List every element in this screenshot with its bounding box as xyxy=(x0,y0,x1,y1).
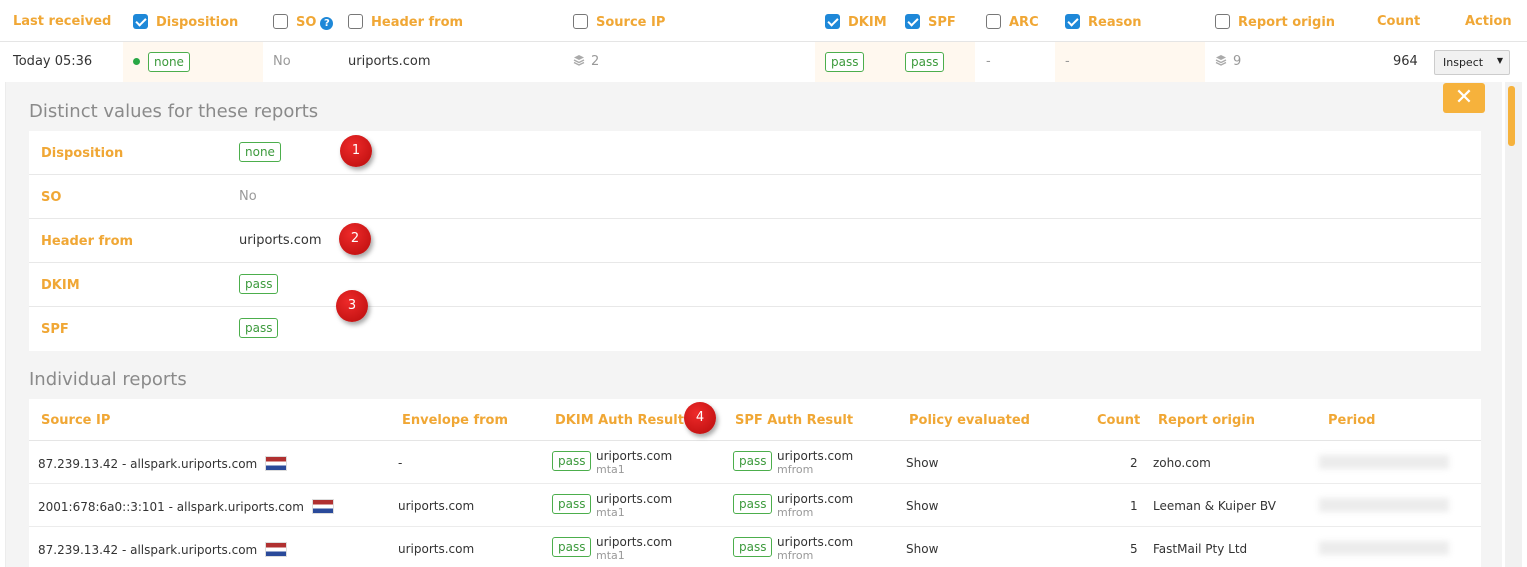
distinct-row-so: SO No xyxy=(29,175,1481,219)
policy-show-link[interactable]: Show xyxy=(906,456,938,470)
distinct-values-title: Distinct values for these reports xyxy=(29,101,319,122)
column-header-row: Last received Disposition SO? Header fro… xyxy=(0,0,1527,42)
annotation-marker-3: 3 xyxy=(336,290,368,322)
col-spf-auth[interactable]: SPF Auth Result xyxy=(735,413,853,428)
period-redacted xyxy=(1319,455,1449,469)
individual-reports-title: Individual reports xyxy=(29,369,187,390)
layers-icon xyxy=(1215,55,1227,66)
netherlands-flag-icon xyxy=(311,499,334,514)
header-source-ip[interactable]: Source IP xyxy=(573,14,665,30)
help-icon[interactable]: ? xyxy=(320,17,334,30)
arc-checkbox[interactable] xyxy=(986,14,1001,29)
inspect-button[interactable]: Inspect ▼ xyxy=(1434,50,1510,75)
header-header-from[interactable]: Header from xyxy=(348,14,463,30)
period-redacted xyxy=(1319,498,1449,512)
summary-source-ip[interactable]: 2 xyxy=(573,54,599,69)
col-count[interactable]: Count xyxy=(1097,413,1140,428)
panel-scrollbar[interactable] xyxy=(1505,82,1522,567)
disposition-checkbox[interactable] xyxy=(133,14,148,29)
distinct-row-spf: SPF pass xyxy=(29,307,1481,351)
table-row[interactable]: 87.239.13.42 - allspark.uriports.com - p… xyxy=(29,441,1481,484)
netherlands-flag-icon xyxy=(265,456,288,471)
report-origin-checkbox[interactable] xyxy=(1215,14,1230,29)
individual-reports-table: Source IP Envelope from DKIM Auth Result… xyxy=(29,399,1481,567)
header-dkim[interactable]: DKIM xyxy=(825,14,887,30)
header-count[interactable]: Count xyxy=(1377,14,1420,29)
distinct-row-header-from: Header from uriports.com xyxy=(29,219,1481,263)
header-so[interactable]: SO? xyxy=(273,14,334,30)
header-disposition[interactable]: Disposition xyxy=(133,14,238,30)
dkim-checkbox[interactable] xyxy=(825,14,840,29)
policy-show-link[interactable]: Show xyxy=(906,542,938,556)
source-ip-checkbox[interactable] xyxy=(573,14,588,29)
summary-row[interactable]: Today 05:36 none No uriports.com 2 pass … xyxy=(0,42,1527,82)
layers-icon xyxy=(573,55,585,66)
header-report-origin[interactable]: Report origin xyxy=(1215,14,1335,30)
header-reason[interactable]: Reason xyxy=(1065,14,1142,30)
col-dkim-auth[interactable]: DKIM Auth Result xyxy=(555,413,684,428)
header-arc[interactable]: ARC xyxy=(986,14,1039,30)
summary-report-origin[interactable]: 9 xyxy=(1215,54,1241,69)
so-checkbox[interactable] xyxy=(273,14,288,29)
summary-header-from: uriports.com xyxy=(348,54,431,69)
summary-count: 964 xyxy=(1393,54,1418,69)
summary-disposition: none xyxy=(133,52,190,72)
summary-last-received: Today 05:36 xyxy=(13,54,93,69)
distinct-row-disposition: Disposition none xyxy=(29,131,1481,175)
table-row[interactable]: 87.239.13.42 - allspark.uriports.com uri… xyxy=(29,527,1481,567)
header-last-received[interactable]: Last received xyxy=(13,14,111,29)
header-from-checkbox[interactable] xyxy=(348,14,363,29)
summary-reason: - xyxy=(1065,54,1070,69)
close-button[interactable]: ✕ xyxy=(1443,83,1485,113)
reports-header-row: Source IP Envelope from DKIM Auth Result… xyxy=(29,399,1481,441)
header-spf[interactable]: SPF xyxy=(905,14,956,30)
annotation-marker-4: 4 xyxy=(684,402,716,434)
table-row[interactable]: 2001:678:6a0::3:101 - allspark.uriports.… xyxy=(29,484,1481,527)
annotation-marker-2: 2 xyxy=(339,223,371,255)
scrollbar-thumb[interactable] xyxy=(1508,86,1515,146)
col-report-origin[interactable]: Report origin xyxy=(1158,413,1255,428)
summary-dkim: pass xyxy=(825,52,865,72)
distinct-values-card: Disposition none SO No Header from uripo… xyxy=(29,131,1481,351)
reason-checkbox[interactable] xyxy=(1065,14,1080,29)
col-source-ip[interactable]: Source IP xyxy=(41,413,110,428)
caret-down-icon: ▼ xyxy=(1496,56,1503,65)
annotation-marker-1: 1 xyxy=(340,135,372,167)
netherlands-flag-icon xyxy=(265,542,288,557)
policy-show-link[interactable]: Show xyxy=(906,499,938,513)
summary-so: No xyxy=(273,54,291,69)
close-icon: ✕ xyxy=(1454,85,1474,110)
status-dot-icon xyxy=(133,58,140,65)
col-envelope-from[interactable]: Envelope from xyxy=(402,413,508,428)
col-period[interactable]: Period xyxy=(1328,413,1375,428)
spf-checkbox[interactable] xyxy=(905,14,920,29)
summary-arc: - xyxy=(986,54,991,69)
reason-highlight xyxy=(1055,42,1205,82)
summary-spf: pass xyxy=(905,52,945,72)
distinct-row-dkim: DKIM pass xyxy=(29,263,1481,307)
header-action: Action xyxy=(1465,14,1512,29)
period-redacted xyxy=(1319,541,1449,555)
col-policy[interactable]: Policy evaluated xyxy=(909,413,1030,428)
